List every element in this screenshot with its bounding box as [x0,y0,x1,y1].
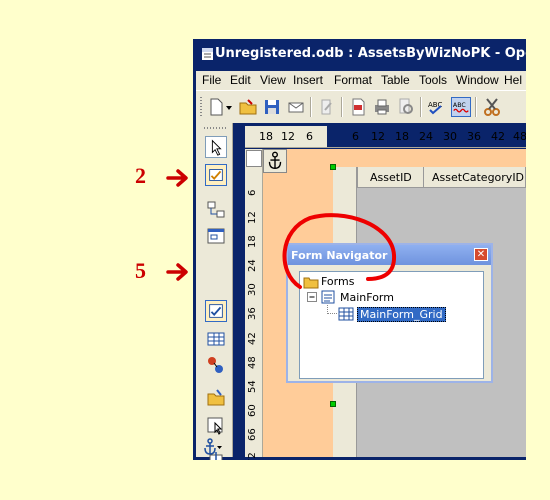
menu-format[interactable]: Format [334,73,372,87]
callout-2: 2 [135,163,146,188]
forms-folder-icon [303,277,319,289]
toolbar-grip[interactable] [204,127,228,129]
ruler-label: 54 [247,380,258,393]
menu-tools[interactable]: Tools [419,73,447,87]
ruler-label: 6 [247,189,258,196]
form-navigator-window: Form Navigator ✕ Forms MainForm MainForm… [286,243,493,383]
add-field-icon[interactable] [205,328,227,350]
callout-5: 5 [135,258,146,283]
mail-icon[interactable] [286,97,306,117]
column-separator[interactable] [423,167,424,187]
menu-file[interactable]: File [202,73,221,87]
arrow-2-icon [166,169,188,187]
new-document-icon[interactable] [206,97,226,117]
toolbar-separator [341,97,343,117]
column-separator[interactable] [525,167,526,187]
menu-edit[interactable]: Edit [230,73,251,87]
ruler-label: 6 [306,130,313,143]
ruler-label: 12 [247,211,258,224]
ruler-label: 30 [443,130,457,143]
design-mode-icon[interactable] [205,164,227,186]
menu-insert[interactable]: Insert [293,73,323,87]
toolbar-separator [420,97,422,117]
ruler-corner [246,150,262,167]
ruler-label: 18 [247,235,258,248]
tree-node-mainform[interactable]: MainForm [340,291,394,304]
ruler-label: 72 [247,452,258,460]
control-properties-icon[interactable] [205,199,227,221]
activation-order-icon[interactable] [205,354,227,376]
form-navigator-title: Form Navigator [291,249,388,262]
close-icon[interactable]: ✕ [474,248,488,261]
open-in-design-mode-icon[interactable] [205,387,227,409]
ruler-label: 66 [247,428,258,441]
ruler-label: 12 [371,130,385,143]
anchor-toolbar-icon[interactable] [201,437,223,457]
ruler-label: 36 [467,130,481,143]
form-properties-icon[interactable] [205,225,227,247]
ruler-label: 12 [281,130,295,143]
menu-bar: File Edit View Insert Format Table Tools… [196,71,526,90]
toolbar-grip[interactable] [200,97,202,117]
window-title: Unregistered.odb : AssetsByWizNoPK - Ope… [215,46,526,61]
select-pointer-icon[interactable] [205,136,227,158]
ruler-label: 60 [247,404,258,417]
menu-table[interactable]: Table [381,73,410,87]
tree-node-forms[interactable]: Forms [321,275,354,288]
column-separator [357,167,358,187]
ruler-label: 18 [395,130,409,143]
ruler-label: 18 [259,130,273,143]
form-tree: Forms MainForm MainForm_Grid [299,271,484,379]
selection-handle[interactable] [330,164,336,170]
ruler-label: 6 [352,130,359,143]
spellcheck-icon[interactable]: ABC [427,97,447,117]
form-navigator-icon[interactable] [205,300,227,322]
page-preview-icon[interactable] [396,97,416,117]
ruler-label: 24 [419,130,433,143]
column-header-assetcategoryid[interactable]: AssetCategoryID [432,171,524,184]
ruler-label: 42 [491,130,505,143]
open-folder-icon[interactable] [238,97,258,117]
edit-file-icon[interactable] [317,97,337,117]
anchor-icon[interactable] [263,149,287,173]
ruler-label: 48 [247,356,258,369]
standard-toolbar: ABC ABC [196,90,526,123]
new-dropdown-icon[interactable] [224,97,234,117]
toolbar-separator [310,97,312,117]
ruler-label: 30 [247,283,258,296]
print-icon[interactable] [372,97,392,117]
menu-window[interactable]: Window [456,73,499,87]
column-header-assetid[interactable]: AssetID [370,171,412,184]
ruler-label: 42 [247,332,258,345]
toolbar-separator [475,97,477,117]
grid-header: AssetID AssetCategoryID [357,167,526,188]
tree-node-mainform-grid[interactable]: MainForm_Grid [357,307,446,322]
title-bar[interactable]: Unregistered.odb : AssetsByWizNoPK - Ope… [193,39,526,71]
menu-view[interactable]: View [260,73,286,87]
svg-text:ABC: ABC [453,102,467,109]
ruler-label: 24 [247,259,258,272]
ruler-label: 48 [513,130,526,143]
menu-help[interactable]: Hel [504,73,522,87]
collapse-icon[interactable] [306,291,318,303]
tree-line [327,313,337,315]
table-grid-icon [338,307,354,321]
cut-icon[interactable] [482,97,502,117]
save-icon[interactable] [262,97,282,117]
automatic-control-focus-icon[interactable] [205,414,227,436]
export-pdf-icon[interactable] [348,97,368,117]
arrow-5-icon [166,263,188,281]
form-navigator-title-bar[interactable]: Form Navigator ✕ [288,245,491,265]
form-controls-toolbar [196,123,233,460]
ruler-label: 36 [247,307,258,320]
auto-spellcheck-icon[interactable]: ABC [451,97,471,117]
database-icon [202,48,213,60]
horizontal-ruler[interactable]: 18 12 6 6 12 18 24 30 36 42 48 [245,126,526,148]
vertical-ruler[interactable]: 6 12 18 24 30 36 42 48 54 60 66 72 [245,149,263,460]
form-icon [321,290,335,304]
selection-handle[interactable] [330,401,336,407]
